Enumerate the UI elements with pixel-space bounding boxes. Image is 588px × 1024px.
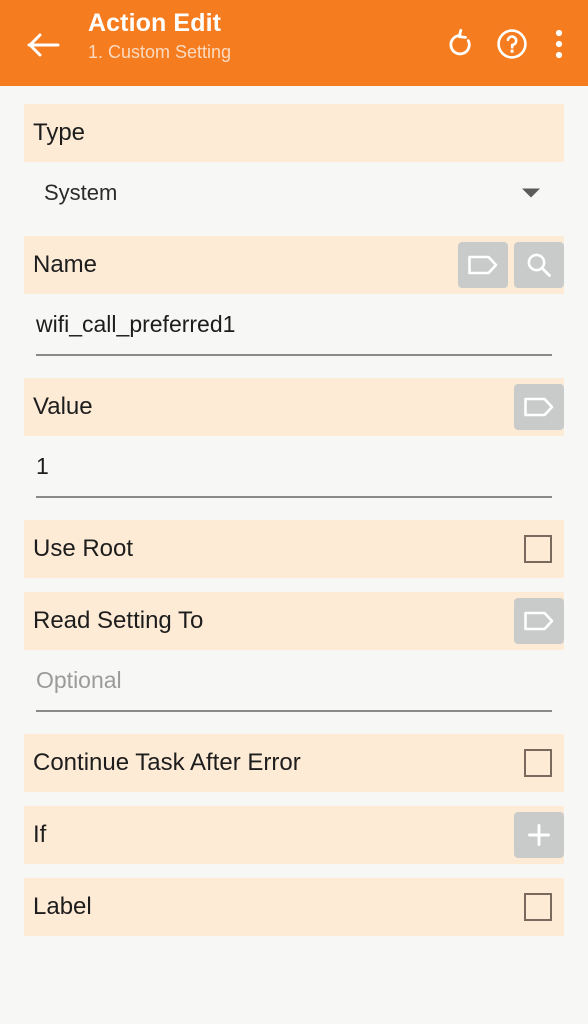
field-label-continue-task-after-error: Continue Task After Error (33, 749, 301, 776)
back-button[interactable] (22, 23, 66, 67)
read-setting-to-input[interactable]: Optional (36, 650, 552, 712)
overflow-menu-icon (555, 29, 563, 59)
field-label-value: Value (33, 393, 93, 420)
field-header-type: Type (24, 104, 564, 162)
field-row-use-root[interactable]: Use Root (24, 520, 564, 578)
undo-refresh-icon (444, 28, 476, 60)
use-root-checkbox[interactable] (524, 535, 552, 563)
value-input[interactable]: 1 (36, 436, 552, 498)
chevron-down-icon (522, 188, 540, 198)
type-spinner-value: System (44, 180, 118, 205)
field-row-continue-task-after-error[interactable]: Continue Task After Error (24, 734, 564, 792)
label-checkbox[interactable] (524, 893, 552, 921)
form-content: Type System Name wifi_call_preferred1 Va… (0, 86, 588, 936)
if-add-button[interactable] (514, 812, 564, 858)
tag-icon (523, 396, 555, 418)
type-spinner[interactable]: System (24, 162, 564, 224)
name-search-button[interactable] (514, 242, 564, 288)
field-label-if: If (33, 821, 47, 848)
search-icon (525, 251, 553, 279)
app-bar: Action Edit 1. Custom Setting (0, 0, 588, 86)
field-row-use-root-actions (524, 520, 564, 578)
field-label-name: Name (33, 251, 98, 278)
tag-icon (523, 610, 555, 632)
value-input-value: 1 (36, 453, 49, 479)
field-header-name: Name (24, 236, 564, 294)
page-title: Action Edit (88, 9, 222, 37)
action-edit-screen: Action Edit 1. Custom Setting Type Syste… (0, 0, 588, 1024)
page-subtitle: 1. Custom Setting (88, 42, 232, 62)
continue-task-after-error-checkbox[interactable] (524, 749, 552, 777)
name-tag-button[interactable] (458, 242, 508, 288)
tag-icon (467, 254, 499, 276)
field-header-value: Value (24, 378, 564, 436)
app-bar-actions (434, 19, 580, 69)
field-header-read-setting-to: Read Setting To (24, 592, 564, 650)
read-setting-to-tag-button[interactable] (514, 598, 564, 644)
field-header-read-setting-to-actions (514, 592, 564, 650)
field-label-label: Label (33, 893, 92, 920)
field-row-label-actions (524, 878, 564, 936)
field-header-name-actions (458, 236, 564, 294)
name-input[interactable]: wifi_call_preferred1 (36, 294, 552, 356)
undo-button[interactable] (434, 19, 486, 69)
field-header-value-actions (514, 378, 564, 436)
field-label-type: Type (33, 119, 86, 146)
field-label-use-root: Use Root (33, 535, 134, 562)
help-circle-icon (495, 27, 529, 61)
field-row-label[interactable]: Label (24, 878, 564, 936)
plus-icon (526, 822, 552, 848)
help-button[interactable] (486, 19, 538, 69)
read-setting-to-placeholder: Optional (36, 667, 122, 693)
app-bar-titles: Action Edit 1. Custom Setting (88, 8, 231, 64)
field-row-continue-actions (524, 734, 564, 792)
field-label-read-setting-to: Read Setting To (33, 607, 204, 634)
arrow-left-icon (27, 31, 61, 59)
overflow-menu-button[interactable] (538, 19, 580, 69)
name-input-value: wifi_call_preferred1 (36, 311, 236, 337)
value-tag-button[interactable] (514, 384, 564, 430)
field-row-if-actions (514, 806, 564, 864)
field-row-if: If (24, 806, 564, 864)
